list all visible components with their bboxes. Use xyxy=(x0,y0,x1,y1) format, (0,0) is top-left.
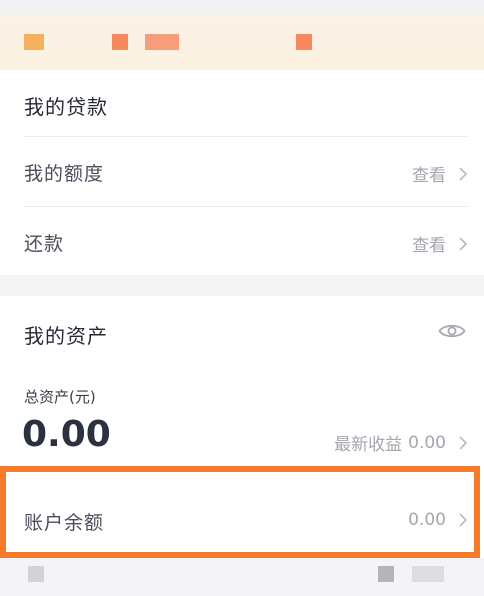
account-balance-value: 0.00 xyxy=(408,510,446,530)
chevron-right-icon xyxy=(459,236,468,251)
redacted-block xyxy=(378,566,394,582)
chevron-right-icon xyxy=(459,435,468,450)
loans-header: 我的贷款 xyxy=(24,70,468,136)
account-balance-link[interactable]: 0.00 xyxy=(408,510,468,530)
assets-title: 我的资产 xyxy=(24,324,108,348)
loan-item-repay[interactable]: 还款 查看 xyxy=(24,207,468,275)
account-balance-row[interactable]: 账户余额 0.00 xyxy=(0,466,480,558)
recent-income-label: 最新收益 xyxy=(334,435,403,455)
redacted-block xyxy=(24,34,44,50)
repay-label: 还款 xyxy=(24,233,65,255)
view-text: 查看 xyxy=(412,166,446,186)
recent-income-value: 0.00 xyxy=(408,432,446,453)
redacted-block xyxy=(28,566,44,582)
repay-view-link[interactable]: 查看 xyxy=(412,231,468,256)
chevron-right-icon xyxy=(459,513,468,527)
chevron-right-icon xyxy=(459,166,468,181)
loans-card: 我的贷款 我的额度 查看 还款 查看 xyxy=(0,70,484,275)
recent-income-link[interactable]: 最新收益 0.00 xyxy=(334,430,468,455)
promo-banner[interactable] xyxy=(0,0,484,70)
redacted-block xyxy=(145,34,179,50)
loan-item-quota[interactable]: 我的额度 查看 xyxy=(24,137,468,205)
quota-view-link[interactable]: 查看 xyxy=(412,161,468,186)
total-assets-value: 0.00 xyxy=(22,414,111,455)
quota-label: 我的额度 xyxy=(24,163,105,185)
loans-title: 我的贷款 xyxy=(24,95,108,119)
redacted-block xyxy=(296,34,312,50)
redacted-block xyxy=(112,34,128,50)
view-text: 查看 xyxy=(412,236,446,256)
account-balance-label: 账户余额 xyxy=(24,512,105,534)
eye-icon[interactable] xyxy=(438,322,466,340)
redacted-block xyxy=(412,566,444,582)
total-assets-label: 总资产(元) xyxy=(24,388,96,406)
